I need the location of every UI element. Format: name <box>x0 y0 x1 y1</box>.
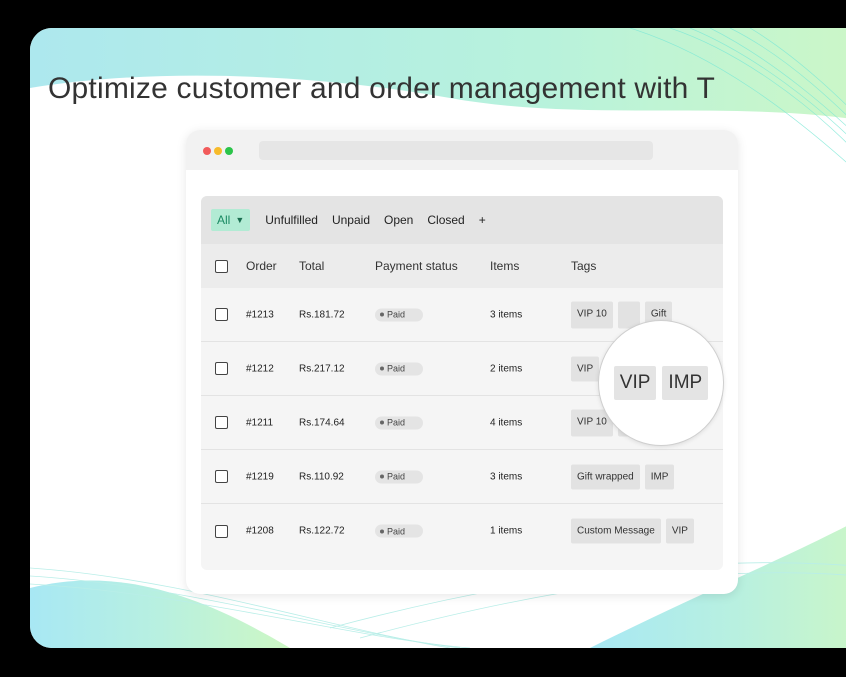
tag-imp-zoomed: IMP <box>662 366 709 400</box>
item-count: 4 items <box>490 417 523 428</box>
item-count: 2 items <box>490 363 523 374</box>
payment-status-label: Paid <box>387 471 406 482</box>
column-header-tags[interactable]: Tags <box>571 259 596 273</box>
order-number[interactable]: #1211 <box>246 417 273 428</box>
payment-status-label: Paid <box>387 417 406 428</box>
filter-tabs: All ▼ Unfulfilled Unpaid Open Closed + <box>201 196 723 244</box>
tag-vip-zoomed: VIP <box>613 366 657 400</box>
filter-tab-all[interactable]: All ▼ <box>211 209 251 231</box>
order-number[interactable]: #1213 <box>246 309 274 320</box>
filter-tab-all-label: All <box>217 213 231 227</box>
add-filter-button[interactable]: + <box>479 213 486 227</box>
headline: Optimize customer and order management w… <box>48 72 716 105</box>
item-count: 3 items <box>490 309 523 320</box>
row-checkbox[interactable] <box>215 416 228 429</box>
order-number[interactable]: #1219 <box>246 471 274 482</box>
filter-tab-unpaid[interactable]: Unpaid <box>332 213 370 227</box>
status-dot-icon <box>380 474 384 479</box>
magnifier-lens: VIP IMP <box>598 320 724 446</box>
row-checkbox[interactable] <box>215 362 228 375</box>
tag[interactable]: Custom Message <box>571 518 661 544</box>
tag[interactable]: VIP <box>665 518 694 544</box>
payment-status-badge: Paid <box>375 362 423 375</box>
address-bar[interactable] <box>259 141 653 160</box>
window-titlebar <box>186 130 738 170</box>
order-total: Rs.181.72 <box>299 309 345 320</box>
order-total: Rs.217.12 <box>299 363 345 374</box>
tag[interactable]: Gift wrapped <box>571 464 640 489</box>
order-total: Rs.122.72 <box>299 525 345 537</box>
payment-status-badge: Paid <box>375 416 423 429</box>
row-checkbox[interactable] <box>215 470 228 483</box>
order-total: Rs.110.92 <box>299 471 344 482</box>
caret-down-icon: ▼ <box>235 215 245 225</box>
payment-status-badge: Paid <box>375 524 423 538</box>
column-header-payment-status[interactable]: Payment status <box>375 259 458 273</box>
tag-list: Gift wrapped IMP <box>571 464 675 489</box>
status-dot-icon <box>380 420 384 425</box>
payment-status-label: Paid <box>387 309 406 320</box>
table-row[interactable]: #1208 Rs.122.72 Paid 1 items Custom Mess… <box>201 504 723 558</box>
screen: Optimize customer and order management w… <box>30 28 846 648</box>
status-dot-icon <box>380 529 384 533</box>
filter-tab-open[interactable]: Open <box>384 213 413 227</box>
tag[interactable]: VIP 10 <box>571 301 613 328</box>
order-number[interactable]: #1212 <box>246 363 274 374</box>
row-checkbox[interactable] <box>215 524 228 538</box>
item-count: 1 items <box>490 525 523 537</box>
order-number[interactable]: #1208 <box>246 526 274 537</box>
column-header-order[interactable]: Order <box>246 259 277 273</box>
table-row[interactable]: #1219 Rs.110.92 Paid 3 items Gift wrappe… <box>201 450 723 504</box>
column-header-total[interactable]: Total <box>299 259 324 273</box>
tag-list: Custom Message VIP <box>571 518 694 544</box>
row-checkbox[interactable] <box>215 308 228 321</box>
payment-status-label: Paid <box>387 363 406 374</box>
close-window-icon[interactable] <box>203 147 211 155</box>
minimize-window-icon[interactable] <box>214 147 222 155</box>
status-dot-icon <box>380 366 384 371</box>
select-all-checkbox[interactable] <box>215 259 228 273</box>
tag[interactable]: IMP <box>644 464 675 489</box>
column-header-items[interactable]: Items <box>490 259 519 273</box>
payment-status-badge: Paid <box>375 470 423 483</box>
maximize-window-icon[interactable] <box>225 147 233 155</box>
status-dot-icon <box>380 312 384 317</box>
payment-status-badge: Paid <box>375 308 423 321</box>
item-count: 3 items <box>490 471 523 482</box>
order-total: Rs.174.64 <box>299 417 345 428</box>
table-header: Order Total Payment status Items Tags <box>201 244 723 288</box>
filter-tab-closed[interactable]: Closed <box>427 213 464 227</box>
filter-tab-unfulfilled[interactable]: Unfulfilled <box>265 213 318 227</box>
tag[interactable]: VIP <box>571 356 600 381</box>
payment-status-label: Paid <box>387 526 406 536</box>
